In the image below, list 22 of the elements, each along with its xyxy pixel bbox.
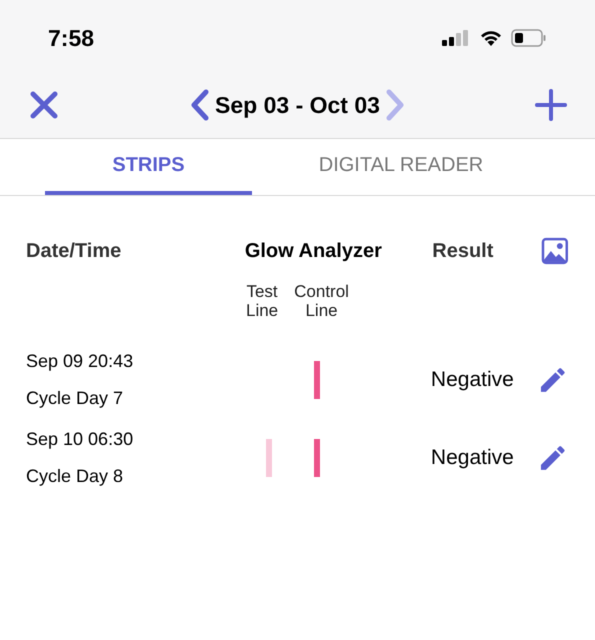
tab[interactable]: STRIPS [45,139,252,195]
date-time-text: Sep 10 06:30 [26,428,134,451]
column-header: Glow Analyzer [244,239,383,264]
tab[interactable]: DIGITAL READER [252,139,550,195]
image-icon[interactable] [541,237,570,265]
wifi-icon [479,29,503,47]
subcolumn-header: Control Line [294,282,349,320]
status-time: 7:58 [48,24,94,53]
battery-icon [511,29,547,47]
cycle-day-text: Cycle Day 7 [26,387,124,410]
subcolumn-header: Test Line [246,282,278,320]
cycle-day-text: Cycle Day 8 [26,465,124,488]
previous-icon[interactable] [189,89,212,121]
column-header: Result [432,239,494,264]
close-icon[interactable] [28,89,60,121]
date-range-title: Sep 03 - Oct 03 [215,90,380,120]
signal-icon [441,29,471,47]
result-text: Negative [430,445,515,472]
date-time-text: Sep 09 20:43 [26,350,134,373]
result-text: Negative [430,367,515,394]
add-icon[interactable] [534,89,567,121]
column-header: Date/Time [26,239,122,264]
